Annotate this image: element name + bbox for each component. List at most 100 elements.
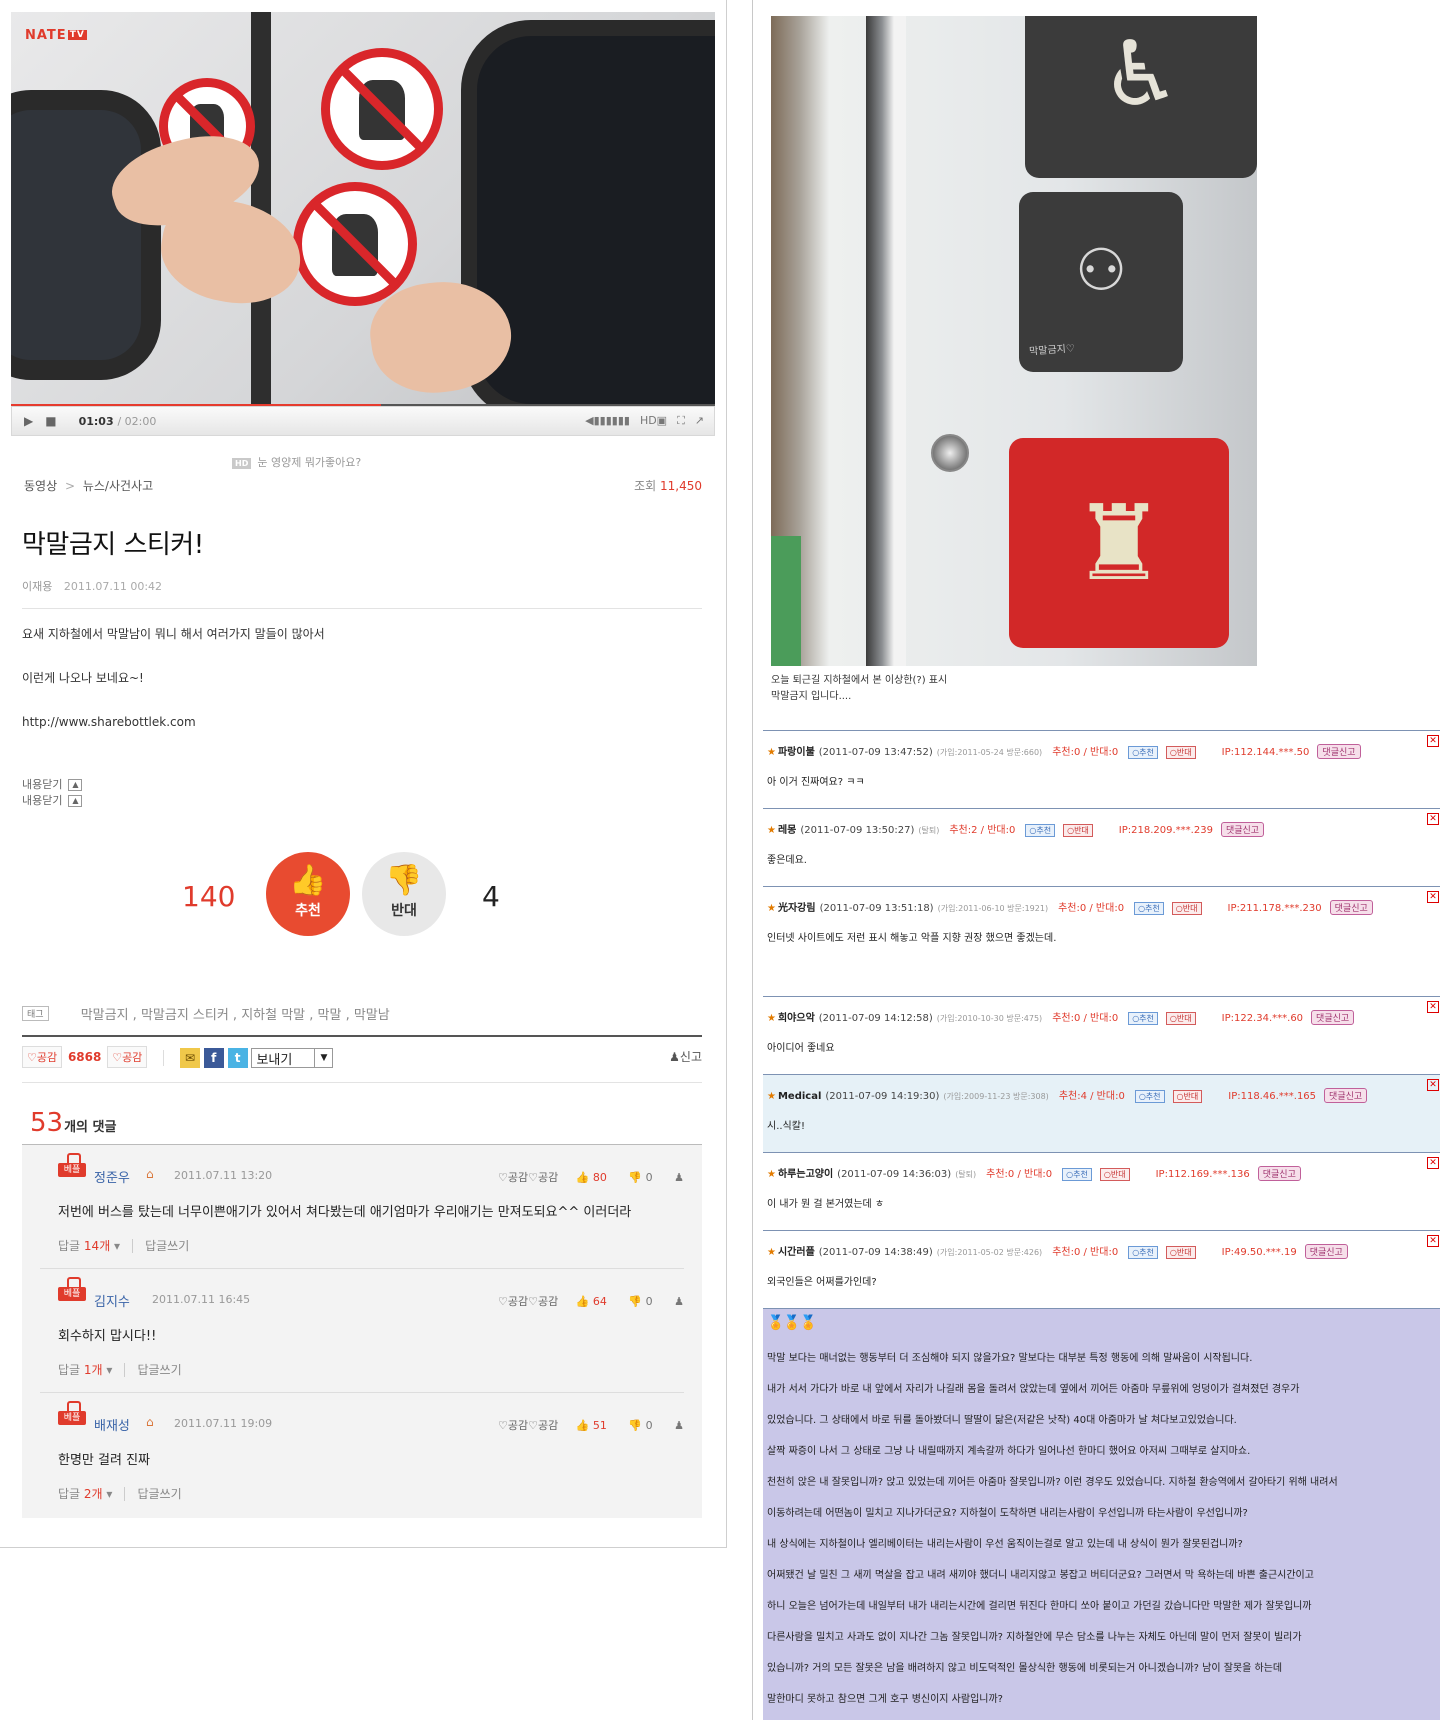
comment-upvote[interactable]: 👍 80 [576, 1171, 607, 1184]
board-oppose-button[interactable]: ○반대 [1165, 1012, 1196, 1025]
board-oppose-button[interactable]: ○반대 [1099, 1168, 1130, 1181]
hd-quality-icon[interactable]: HD▣ [640, 414, 667, 428]
board-comment-author[interactable]: 파랑이불 [778, 747, 815, 758]
kakao-icon[interactable]: ✉ [179, 1047, 200, 1068]
hd-ad-link[interactable]: HD 눈 영양제 뭐가좋아요? [232, 454, 361, 470]
board-comment-score: 추천:0 / 반대:0 [1052, 1247, 1119, 1258]
home-icon[interactable]: ⌂ [146, 1167, 154, 1181]
write-reply-link[interactable]: 답글쓰기 [124, 1363, 182, 1377]
oppose-button[interactable]: 👎 반대 [362, 852, 446, 936]
report-icon[interactable]: ♟ [674, 1171, 684, 1184]
board-comment-author[interactable]: 희야으악 [778, 1013, 815, 1024]
volume-icon[interactable]: ◀▮▮▮▮▮▮ [585, 414, 630, 428]
breadcrumb: 동영상 > 뉴스/사건사고 [24, 477, 153, 494]
comment-author[interactable]: 김지수 [94, 1291, 130, 1310]
board-recommend-button[interactable]: ○추천 [1062, 1168, 1092, 1181]
fold-toggle[interactable]: 내용닫기 ▲ [22, 777, 83, 793]
author-name[interactable]: 이재용 [22, 580, 52, 593]
close-icon[interactable]: ✕ [1427, 813, 1439, 825]
play-icon[interactable]: ▶ [24, 414, 33, 428]
post-link[interactable]: http://www.sharebottlek.com [22, 712, 325, 732]
close-icon[interactable]: ✕ [1427, 1079, 1439, 1091]
long-comment-line: 어쩌됐건 날 밀친 그 새끼 멱살을 잡고 내려 새끼야 했더니 내리지않고 봉… [767, 1570, 1314, 1581]
close-icon[interactable]: ✕ [1427, 735, 1439, 747]
breadcrumb-root[interactable]: 동영상 [24, 479, 57, 493]
comment-author[interactable]: 정준우 [94, 1167, 130, 1186]
recommend-button[interactable]: 👍 추천 [266, 852, 350, 936]
fullscreen-icon[interactable]: ⛶ [677, 414, 685, 428]
board-oppose-button[interactable]: ○반대 [1165, 746, 1196, 759]
board-comment-meta: (탈퇴) [955, 1170, 977, 1179]
empathy-link[interactable]: ♡공감 [498, 1419, 528, 1432]
board-oppose-button[interactable]: ○반대 [1171, 902, 1202, 915]
long-comment-text: 막말 보다는 매너없는 행동부터 더 조심해야 되지 않을가요? 말보다는 대부… [767, 1343, 1338, 1715]
chevron-up-icon[interactable]: ▲ [68, 795, 83, 807]
comment-downvote[interactable]: 👎 0 [628, 1171, 652, 1184]
board-report-button[interactable]: 댓글신고 [1220, 822, 1265, 837]
board-oppose-button[interactable]: ○반대 [1172, 1090, 1203, 1103]
empathy-link[interactable]: ♡공감 [528, 1419, 558, 1432]
board-report-button[interactable]: 댓글신고 [1257, 1166, 1301, 1181]
board-oppose-button[interactable]: ○반대 [1165, 1246, 1196, 1259]
board-comment-author[interactable]: 시간러플 [778, 1247, 815, 1258]
reply-toggle[interactable]: 답글 2개 ▾ [58, 1487, 112, 1501]
board-recommend-button[interactable]: ○추천 [1134, 902, 1164, 915]
empathy-link[interactable]: ♡공감 [498, 1171, 528, 1184]
close-icon[interactable]: ✕ [1427, 1157, 1439, 1169]
close-icon[interactable]: ✕ [1427, 1235, 1439, 1247]
fold-toggle[interactable]: 내용닫기 ▲ [22, 793, 83, 809]
reply-toggle[interactable]: 답글 14개 ▾ [58, 1239, 120, 1253]
board-comment-author[interactable]: 光자강림 [778, 903, 816, 914]
twitter-icon[interactable]: t [227, 1047, 248, 1068]
board-comment-author[interactable]: 하루는고양이 [778, 1169, 833, 1180]
board-recommend-button[interactable]: ○추천 [1128, 1246, 1158, 1259]
board-recommend-button[interactable]: ○추천 [1134, 1090, 1165, 1103]
report-button[interactable]: ♟신고 [669, 1048, 702, 1065]
empathy-link[interactable]: ♡공감 [528, 1295, 558, 1308]
board-recommend-button[interactable]: ○추천 [1128, 746, 1158, 759]
close-icon[interactable]: ✕ [1427, 1001, 1439, 1013]
board-comment-text: 아 이거 진짜여요? ㅋㅋ [767, 777, 865, 788]
facebook-icon[interactable]: f [203, 1047, 224, 1068]
comment-author[interactable]: 배재성 [94, 1415, 130, 1434]
tag-links[interactable]: 막말금지 , 막말금지 스티커 , 지하철 막말 , 막말 , 막말남 [81, 1008, 390, 1023]
share-icon[interactable]: ↗ [695, 414, 704, 428]
comment-upvote[interactable]: 👍 51 [576, 1419, 607, 1432]
write-reply-link[interactable]: 답글쓰기 [132, 1239, 190, 1253]
report-icon[interactable]: ♟ [674, 1419, 684, 1432]
video-frame[interactable]: NATE TV [11, 12, 715, 404]
video-player[interactable]: NATE TV [11, 12, 715, 406]
empathy-button-secondary[interactable]: ♡공감 [107, 1046, 148, 1068]
siren-icon: ♟ [669, 1050, 680, 1064]
comment-downvote[interactable]: 👎 0 [628, 1419, 652, 1432]
board-recommend-button[interactable]: ○추천 [1025, 824, 1056, 837]
board-report-button[interactable]: 댓글신고 [1304, 1244, 1348, 1259]
board-oppose-button[interactable]: ○반대 [1063, 824, 1093, 837]
report-icon[interactable]: ♟ [674, 1295, 684, 1308]
comment-upvote[interactable]: 👍 64 [576, 1295, 607, 1308]
send-select[interactable]: 보내기 ▼ [251, 1047, 334, 1068]
empathy-button[interactable]: ♡공감 [22, 1046, 63, 1068]
empathy-link[interactable]: ♡공감 [528, 1171, 558, 1184]
board-report-button[interactable]: 댓글신고 [1329, 900, 1373, 915]
stop-icon[interactable]: ■ [45, 414, 56, 428]
board-report-button[interactable]: 댓글신고 [1324, 1088, 1368, 1103]
empathy-link[interactable]: ♡공감 [498, 1295, 528, 1308]
breadcrumb-category[interactable]: 뉴스/사건사고 [83, 479, 153, 493]
long-comment-line: 있었습니다. 그 상태에서 바로 뒤를 돌아봤더니 딸딸이 닮은(저같은 낫작)… [767, 1415, 1237, 1426]
board-recommend-button[interactable]: ○추천 [1128, 1012, 1158, 1025]
board-comment-text: 아이디어 좋네요 [767, 1043, 835, 1054]
reply-toggle[interactable]: 답글 1개 ▾ [58, 1363, 112, 1377]
write-reply-link[interactable]: 답글쓰기 [124, 1487, 182, 1501]
board-comment-header: ★ 레몽 (2011-07-09 13:50:27) (탈퇴) 추천:2 / 반대:0 ○… [767, 821, 1265, 837]
board-comment-author[interactable]: 레몽 [778, 825, 796, 836]
board-report-button[interactable]: 댓글신고 [1317, 744, 1361, 759]
chevron-up-icon[interactable]: ▲ [68, 779, 83, 791]
board-report-button[interactable]: 댓글신고 [1311, 1010, 1355, 1025]
chevron-down-icon[interactable]: ▼ [314, 1048, 332, 1067]
home-icon[interactable]: ⌂ [146, 1415, 154, 1429]
board-comment-author[interactable]: Medical [778, 1091, 821, 1102]
comment-downvote[interactable]: 👎 0 [628, 1295, 652, 1308]
close-icon[interactable]: ✕ [1427, 891, 1439, 903]
board-comment-time: (2011-07-09 13:50:27) [800, 825, 915, 836]
